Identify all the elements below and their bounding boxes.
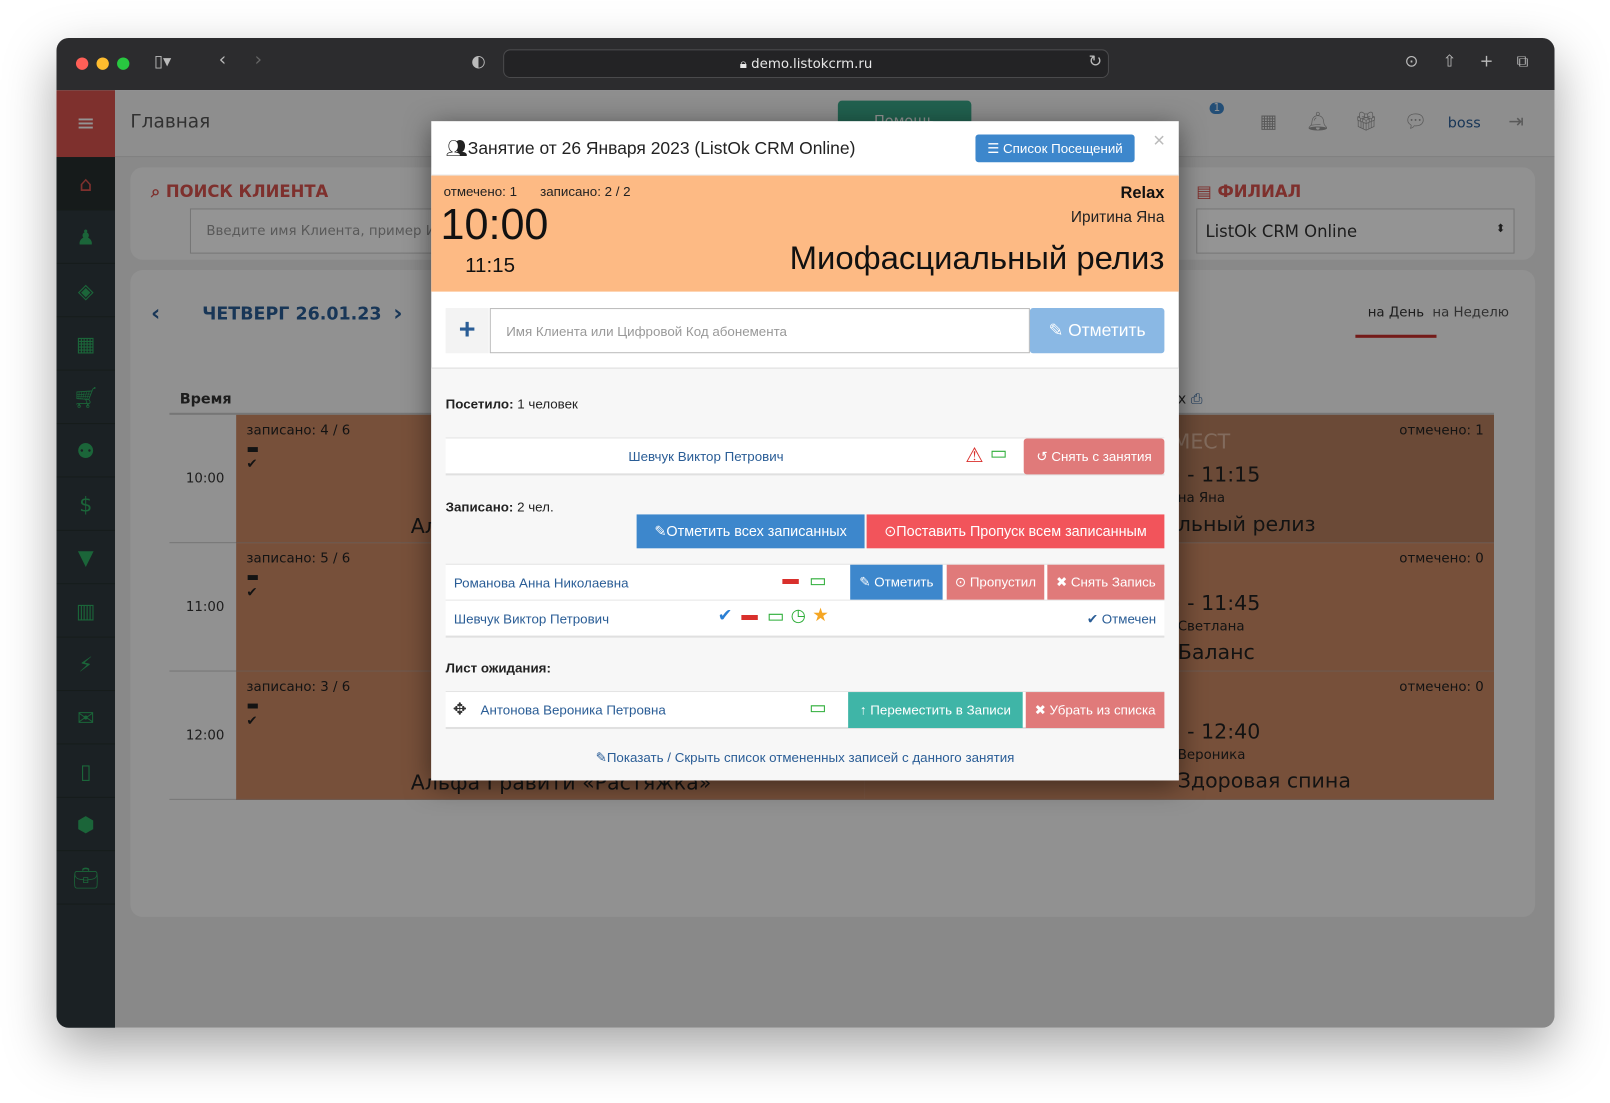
tabs-overview-icon[interactable]: ⧉: [1517, 51, 1529, 72]
teacher-name: Иритина Яна: [1070, 208, 1165, 226]
mark-button[interactable]: ✎ Отметить: [1029, 308, 1165, 354]
client-link[interactable]: Антонова Вероника Петровна: [481, 702, 666, 717]
credit-card-icon: ▬: [782, 570, 799, 589]
back-icon[interactable]: ‹: [219, 49, 226, 71]
remove-from-waitlist-button[interactable]: ✖ Убрать из списка: [1025, 692, 1165, 729]
browser-window: ▯▾ ‹ › ◐ 🔒︎ demo.listokcrm.ru ↻ ⊙ ⇧ + ⧉ …: [56, 37, 1555, 1028]
room-name: Relax: [1120, 184, 1165, 203]
drag-handle-icon[interactable]: ✥: [453, 699, 467, 720]
users-icon: 👥︎: [445, 138, 468, 159]
waitlist-row: ✥ Антонова Вероника Петровна ▭ ↑ Перемес…: [445, 691, 1165, 730]
toggle-cancelled-link[interactable]: ✎Показать / Скрыть список отмененных зап…: [431, 750, 1179, 766]
download-icon[interactable]: ⊙: [1405, 51, 1419, 71]
start-time: 10:00: [440, 200, 549, 249]
marked-status: ✔ Отмечен: [1086, 610, 1157, 627]
browser-toolbar: ▯▾ ‹ › ◐ 🔒︎ demo.listokcrm.ru ↻ ⊙ ⇧ + ⧉: [56, 37, 1555, 91]
calendar-icon[interactable]: ▭: [990, 443, 1007, 465]
credit-card-icon: ▬: [741, 606, 758, 625]
enrolled-row: Шевчук Виктор Петрович ✔ ▬ ▭ ◷ ★ ✔ Отмеч…: [445, 600, 1165, 638]
attendance-list-button[interactable]: ☰ Список Посещений: [975, 134, 1135, 163]
sidebar-toggle-icon[interactable]: ▯▾: [154, 51, 171, 71]
client-link[interactable]: Шевчук Виктор Петрович: [628, 449, 783, 464]
client-link[interactable]: Романова Анна Николаевна: [454, 575, 629, 590]
end-time: 11:15: [465, 254, 516, 278]
new-tab-icon[interactable]: +: [1480, 51, 1494, 71]
visited-label: Посетило: 1 человек: [445, 396, 578, 412]
visited-row: Шевчук Виктор Петрович ⚠︎ ▭ ↺ Снять с за…: [445, 437, 1165, 476]
marked-count: отмечено: 1: [443, 183, 517, 200]
calendar-icon[interactable]: ▭: [767, 606, 784, 628]
app: ≡ ⌂ ♟ ◈ ▦ 🛒︎ ⚉ $ ▼ ▥ ⚡︎ ✉ ▯ ⬢ 💼︎ Главная…: [56, 90, 1555, 1028]
enrolled-label: Записано: 2 чел.: [445, 499, 554, 515]
zoom-window-button[interactable]: [117, 57, 130, 70]
remove-enrollment-button[interactable]: ✖ Снять Запись: [1047, 564, 1165, 600]
close-window-button[interactable]: [75, 57, 89, 70]
calendar-icon[interactable]: ▭: [809, 697, 826, 719]
client-link[interactable]: Шевчук Виктор Петрович: [454, 611, 609, 626]
star-icon: ★: [812, 604, 829, 626]
client-code-input[interactable]: Имя Клиента или Цифровой Код абонемента: [489, 308, 1030, 354]
add-client-button[interactable]: +: [445, 308, 489, 354]
enrolled-row: Романова Анна Николаевна ▬ ▭ ✎ Отметить …: [445, 563, 1165, 601]
lock-icon: 🔒︎: [739, 56, 752, 72]
check-icon: ✔: [717, 605, 733, 626]
waitlist-label: Лист ожидания:: [445, 660, 551, 676]
clock-icon: ◷: [790, 605, 806, 626]
warning-icon: ⚠︎: [965, 444, 984, 468]
mark-all-button[interactable]: ✎Отметить всех записанных: [636, 514, 865, 549]
url-text: demo.listokcrm.ru: [751, 56, 873, 72]
enrolled-count: записано: 2 / 2: [540, 183, 631, 200]
address-bar[interactable]: 🔒︎ demo.listokcrm.ru: [503, 49, 1109, 79]
mark-client-button[interactable]: ✎ Отметить: [850, 564, 943, 600]
skip-client-button[interactable]: ⊙ Пропустил: [946, 564, 1045, 600]
modal-title: 👥︎Занятие от 26 Января 2023 (ListOk CRM …: [445, 138, 856, 159]
calendar-icon[interactable]: ▭: [809, 570, 826, 592]
move-to-enrolled-button[interactable]: ↑ Переместить в Записи: [848, 692, 1023, 729]
remove-from-lesson-button[interactable]: ↺ Снять с занятия: [1023, 438, 1165, 475]
lesson-modal: 👥︎Занятие от 26 Января 2023 (ListOk CRM …: [431, 121, 1179, 781]
lesson-header: отмечено: 1 записано: 2 / 2 10:00 11:15 …: [431, 175, 1179, 292]
shield-icon[interactable]: ◐: [471, 51, 485, 71]
reload-icon[interactable]: ↻: [1088, 51, 1102, 71]
skip-all-button[interactable]: ⊙Поставить Пропуск всем записанным: [866, 514, 1165, 549]
close-modal-button[interactable]: ×: [1153, 129, 1165, 153]
minimize-window-button[interactable]: [96, 57, 109, 70]
share-icon[interactable]: ⇧: [1443, 51, 1457, 71]
forward-icon[interactable]: ›: [255, 49, 262, 71]
lesson-name: Миофасциальный релиз: [789, 239, 1165, 277]
